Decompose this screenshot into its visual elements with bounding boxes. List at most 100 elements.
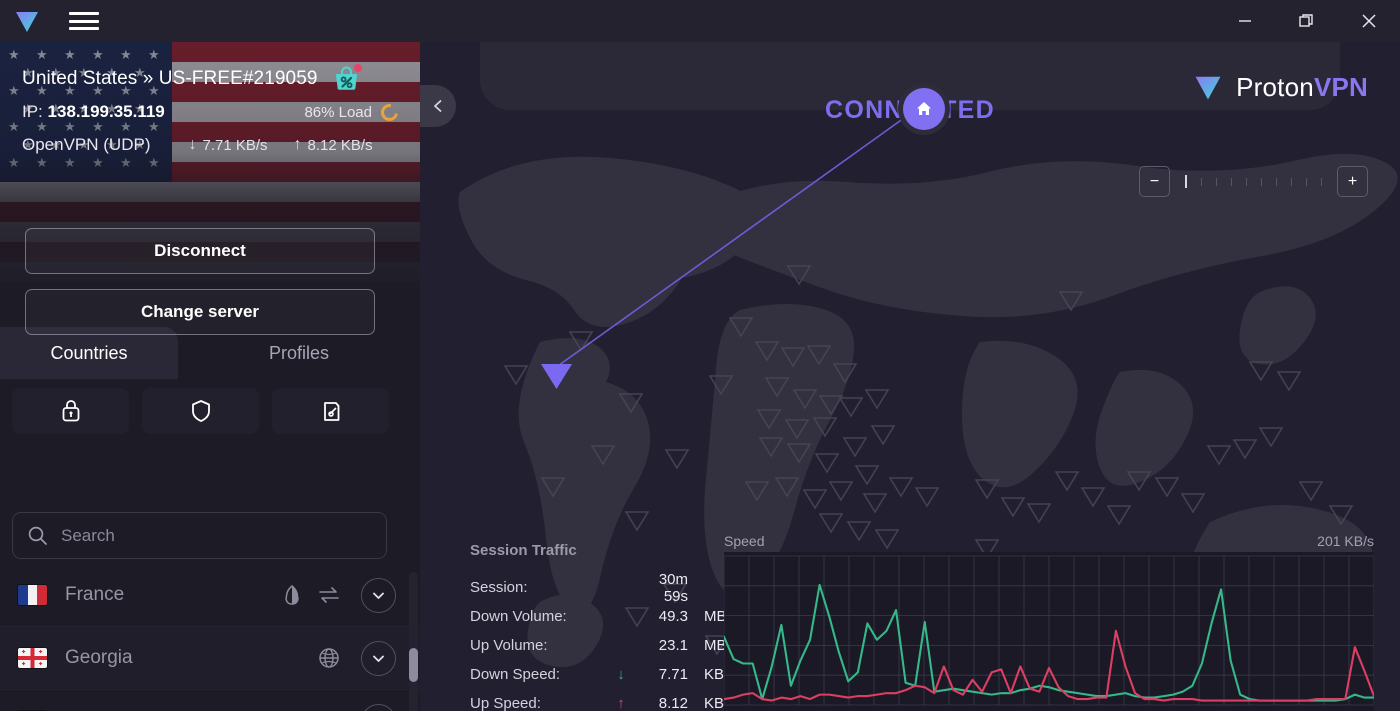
stat-row-session: Session: 30m 59s: [470, 571, 736, 605]
close-button[interactable]: [1338, 0, 1400, 42]
flag-georgia-icon: [18, 648, 47, 668]
server-load: 86% Load: [304, 100, 402, 124]
window-controls: [1214, 0, 1400, 42]
ip-value: 138.199.35.119: [47, 102, 165, 121]
zoom-in-button[interactable]: +: [1337, 166, 1368, 197]
up-arrow-icon: ↑: [617, 695, 625, 711]
zoom-tick: [1276, 177, 1277, 186]
down-arrow-icon: ↓: [188, 136, 197, 153]
country-list[interactable]: France Georgia: [0, 564, 420, 711]
table-row[interactable]: Georgia: [0, 627, 420, 690]
menu-button[interactable]: [69, 10, 99, 32]
search-box[interactable]: [12, 512, 387, 559]
server-name-row: United States » US-FREE#219059: [22, 63, 398, 94]
down-speed-value: 7.71 KB/s: [202, 136, 268, 154]
map-zoom-control[interactable]: − +: [1139, 166, 1368, 197]
zoom-tick: [1201, 177, 1202, 186]
country-feature-icons: [281, 577, 396, 613]
server-name: United States » US-FREE#219059: [22, 68, 318, 89]
server-protocol-row: OpenVPN (UDP) ↓ 7.71 KB/s ↑ 8.12 KB/s: [22, 130, 398, 160]
speed-chart: Speed 201 KB/s: [724, 530, 1374, 711]
zoom-out-button[interactable]: −: [1139, 166, 1170, 197]
secure-core-icon: [62, 400, 79, 422]
chevron-left-icon: [434, 100, 442, 112]
promo-offer-button[interactable]: [332, 63, 362, 94]
server-info: United States » US-FREE#219059 IP: 138.1…: [22, 63, 402, 160]
change-server-button[interactable]: Change server: [25, 289, 375, 335]
search-input[interactable]: [61, 525, 361, 546]
filter-netshield[interactable]: [142, 388, 259, 434]
stat-label: Down Speed:: [470, 666, 561, 683]
stat-value: 23.1: [658, 637, 688, 654]
stat-row-up-volume: Up Volume: 23.1 MB: [470, 631, 736, 660]
stat-label: Session:: [470, 579, 528, 596]
globe-icon[interactable]: [317, 646, 341, 670]
sidebar: ★★ ★★ ★★ ★★ ★★ ★ ★★ ★★ ★★ ★★ ★★ ★ ★★ ★★ …: [0, 42, 420, 711]
header-up-speed: ↑ 8.12 KB/s: [294, 136, 373, 154]
flag-france-icon: [18, 585, 47, 605]
restore-button[interactable]: [1276, 0, 1338, 42]
speed-chart-title: Speed: [724, 533, 765, 549]
tor-icon: [323, 402, 339, 421]
zoom-tick: [1321, 177, 1322, 186]
zoom-tick: [1261, 177, 1262, 186]
world-map-panel[interactable]: CONNECTED ProtonVPN: [420, 42, 1400, 711]
country-name: France: [65, 584, 125, 605]
header-down-speed: ↓ 7.71 KB/s: [188, 136, 267, 154]
feature-filters: [12, 388, 389, 434]
zoom-tick: [1216, 177, 1217, 186]
speed-chart-body: [724, 552, 1374, 711]
title-bar: [0, 0, 1400, 42]
search-icon: [28, 526, 47, 545]
menu-line: [69, 27, 99, 30]
disconnect-button[interactable]: Disconnect: [25, 228, 375, 274]
stat-value: 7.71: [658, 666, 688, 683]
table-row[interactable]: Germany: [0, 690, 420, 711]
stat-value: 49.3: [658, 608, 688, 625]
stat-value: 8.12: [658, 695, 688, 711]
up-speed-value: 8.12 KB/s: [307, 136, 373, 154]
expand-country-button[interactable]: [361, 703, 396, 711]
home-icon: [903, 88, 945, 130]
stat-label: Up Volume:: [470, 637, 548, 654]
proton-logo-icon: [1195, 76, 1221, 100]
stat-label: Down Volume:: [470, 608, 567, 625]
brand-logo: ProtonVPN: [1191, 70, 1368, 104]
p2p-icon[interactable]: [317, 584, 341, 606]
chevron-down-icon: [373, 655, 384, 662]
proton-logo-icon: [16, 12, 38, 32]
speed-chart-header: Speed 201 KB/s: [724, 530, 1374, 552]
speed-chart-max: 201 KB/s: [1317, 533, 1374, 549]
server-ip-row: IP: 138.199.35.119 86% Load: [22, 97, 402, 127]
filter-tor[interactable]: [272, 388, 389, 434]
country-feature-icons: [281, 703, 396, 711]
speed-chart-plot: [724, 552, 1374, 711]
scrollbar-thumb[interactable]: [409, 648, 418, 682]
home-marker[interactable]: [898, 83, 950, 135]
protonvpn-window: CONNECTED ProtonVPN: [0, 0, 1400, 711]
country-list-scrollbar[interactable]: [409, 572, 418, 711]
zoom-tick: [1231, 177, 1232, 186]
stat-label: Up Speed:: [470, 695, 541, 711]
menu-line: [69, 12, 99, 15]
minimize-button[interactable]: [1214, 0, 1276, 42]
tor-icon[interactable]: [281, 584, 303, 606]
zoom-slider-track[interactable]: [1170, 175, 1337, 188]
filter-secure-core[interactable]: [12, 388, 129, 434]
stat-row-down-volume: Down Volume: 49.3 MB: [470, 602, 736, 631]
menu-line: [69, 19, 99, 23]
brand-name-proton: Proton: [1236, 71, 1314, 102]
expand-country-button[interactable]: [361, 640, 396, 676]
expand-country-button[interactable]: [361, 577, 396, 613]
server-protocol: OpenVPN (UDP): [22, 135, 151, 154]
up-arrow-icon: ↑: [293, 136, 302, 153]
zoom-slider-handle[interactable]: [1185, 175, 1187, 188]
country-feature-icons: [317, 640, 396, 676]
load-ring-icon: [377, 100, 402, 124]
country-name: Georgia: [65, 647, 133, 668]
stat-row-down-speed: Down Speed: ↓ 7.71 KB/s: [470, 660, 736, 689]
zoom-tick: [1291, 177, 1292, 186]
session-traffic-title: Session Traffic: [470, 542, 577, 559]
chevron-down-icon: [373, 592, 384, 599]
table-row[interactable]: France: [0, 564, 420, 627]
